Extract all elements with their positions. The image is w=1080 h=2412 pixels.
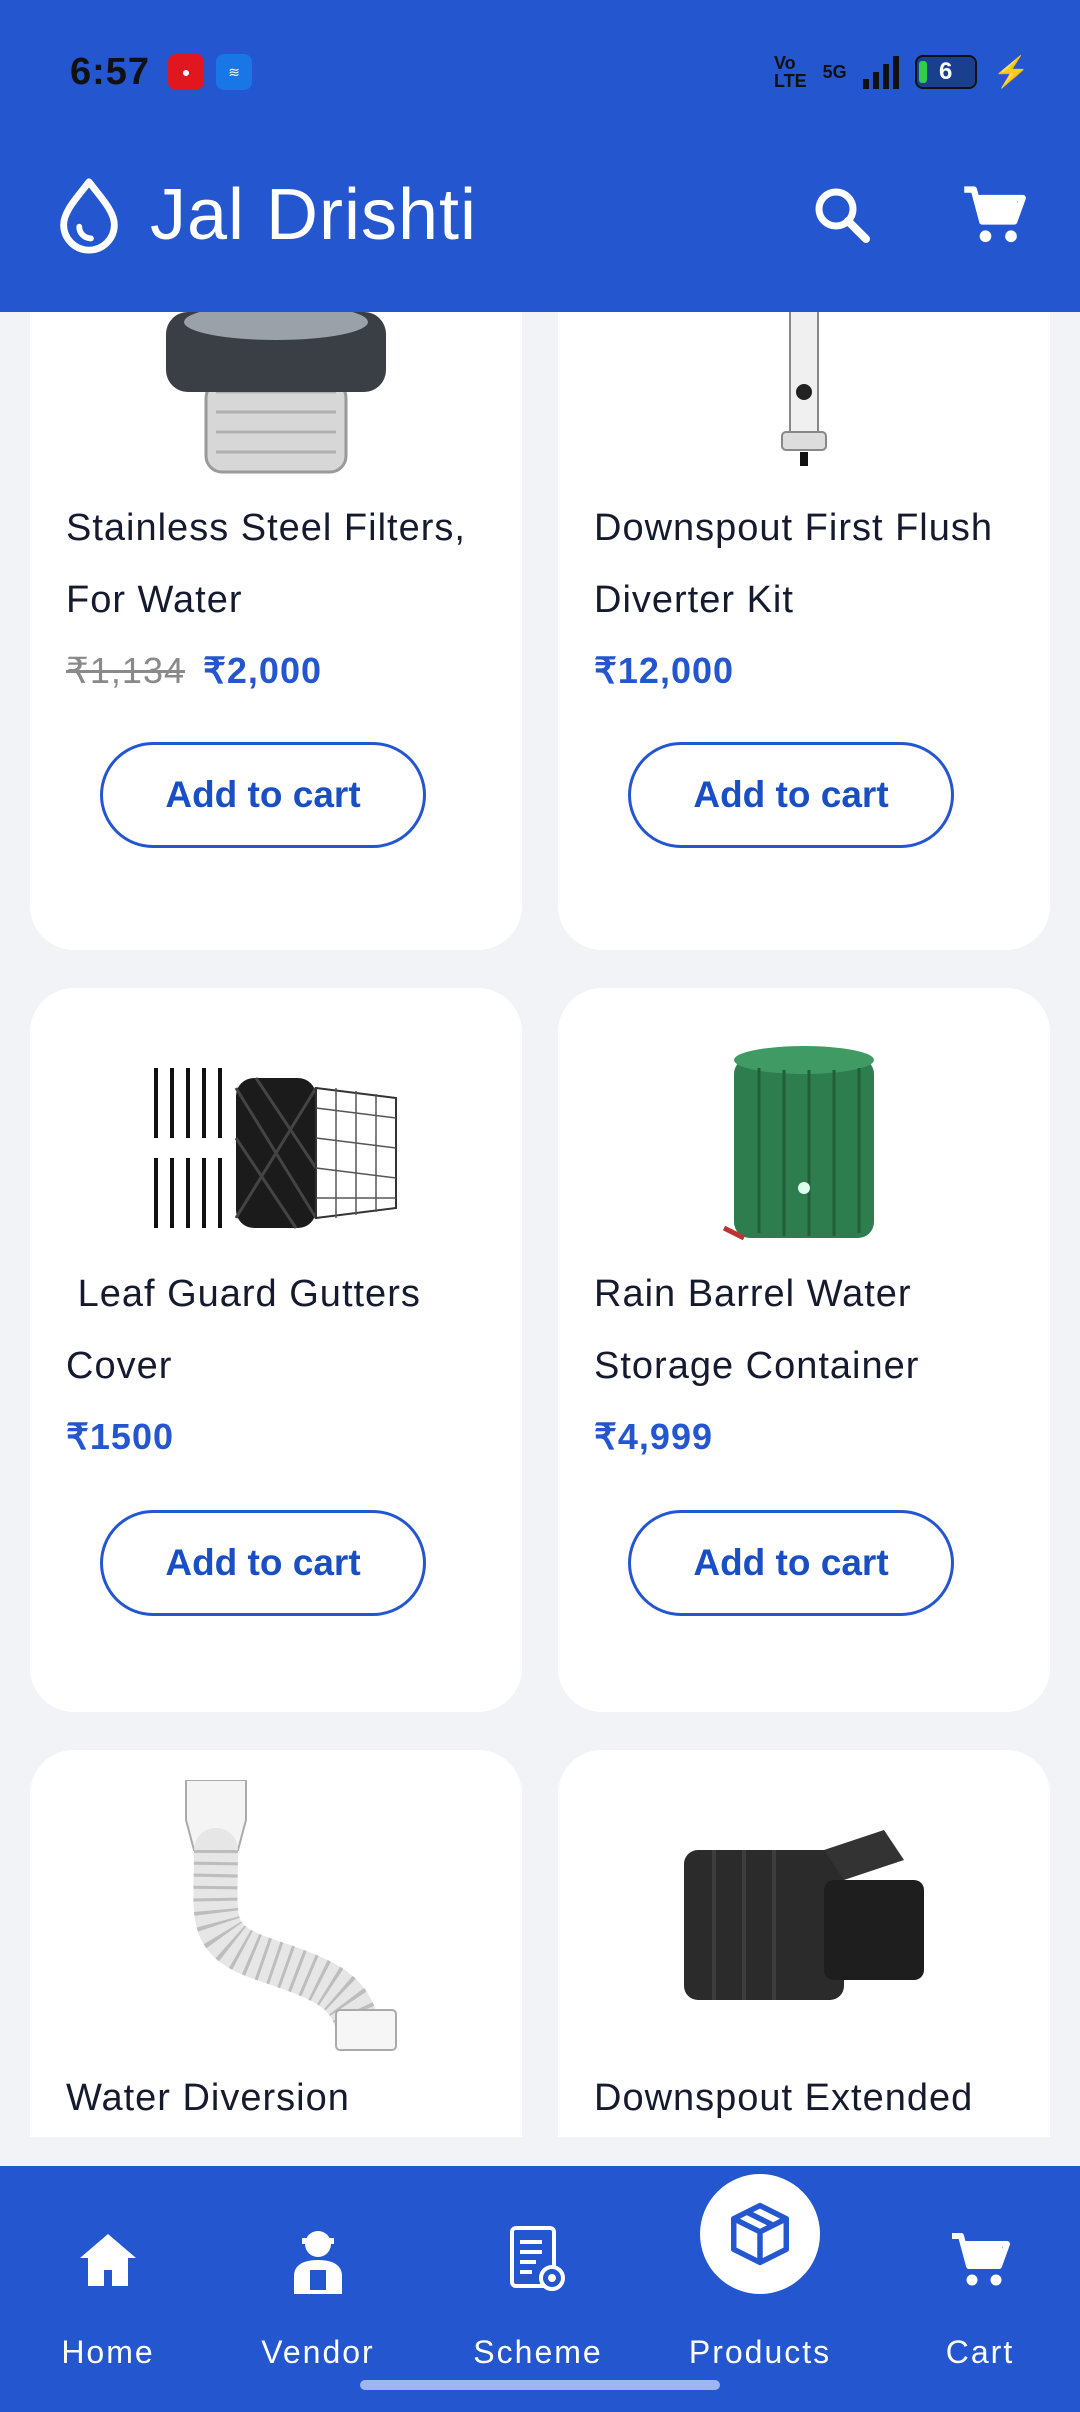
product-image (30, 1048, 522, 1248)
nav-home[interactable]: Home (0, 2166, 216, 2412)
add-to-cart-button[interactable]: Add to cart (100, 1510, 426, 1616)
cart-icon (920, 2200, 1040, 2320)
header-cart-button[interactable] (958, 179, 1030, 251)
add-to-cart-button[interactable]: Add to cart (628, 742, 954, 848)
product-name: Downspout First Flush Diverter Kit (594, 507, 994, 621)
network-type: 5G (822, 62, 847, 82)
status-bar: 6:57 ● ≋ Vo LTE 5G 6 ⚡ (70, 44, 1030, 100)
home-icon (48, 2200, 168, 2320)
battery-icon: 6 (914, 55, 977, 89)
app-bar: 6:57 ● ≋ Vo LTE 5G 6 ⚡ Jal Drishti (0, 0, 1080, 312)
sale-price: ₹2,000 (203, 650, 322, 691)
product-card[interactable]: Water Diversion (30, 1750, 522, 2137)
nav-label-cart: Cart (945, 2334, 1015, 2370)
basket-strainer-image (166, 312, 386, 474)
product-card[interactable]: Leaf Guard Gutters Cover ₹1500 Add to ca… (30, 988, 522, 1712)
product-card[interactable]: Downspout First Flush Diverter Kit ₹12,0… (558, 312, 1050, 950)
wifi-calling-notification-icon: ≋ (216, 54, 253, 90)
charging-icon: ⚡ (992, 55, 1030, 89)
sale-price: ₹12,000 (594, 650, 735, 691)
product-image (558, 312, 1050, 482)
leaf-guard-mesh-image (154, 1068, 397, 1229)
product-image (558, 1038, 1050, 1258)
nav-vendor[interactable]: Vendor (210, 2166, 426, 2412)
product-name: Rain Barrel Water Storage Container (594, 1273, 920, 1387)
product-name: Water Diversion (66, 2077, 350, 2119)
water-drop-icon (60, 178, 118, 254)
gesture-home-indicator[interactable] (360, 2380, 720, 2390)
product-card[interactable]: Rain Barrel Water Storage Container ₹4,9… (558, 988, 1050, 1712)
app-title: Jal Drishti (150, 175, 478, 255)
add-to-cart-button[interactable]: Add to cart (100, 742, 426, 848)
nav-label-vendor: Vendor (261, 2334, 375, 2370)
nav-label-scheme: Scheme (473, 2334, 603, 2370)
product-price-row: ₹1,134 ₹2,000 (66, 650, 322, 692)
product-grid: Stainless Steel Filters, For Water ₹1,13… (0, 312, 1080, 2137)
add-to-cart-button[interactable]: Add to cart (628, 1510, 954, 1616)
product-price-row: ₹4,999 (594, 1416, 713, 1458)
flexible-downspout-image (185, 1780, 397, 2051)
product-card[interactable]: Downspout Extended (558, 1750, 1050, 2137)
volte-indicator: Vo LTE (773, 53, 807, 91)
product-image (30, 312, 522, 482)
first-flush-diverter-image (781, 312, 827, 466)
box-icon (700, 2174, 820, 2294)
product-card[interactable]: Stainless Steel Filters, For Water ₹1,13… (30, 312, 522, 950)
product-price-row: ₹1500 (66, 1416, 174, 1458)
battery-level: 6 (938, 58, 953, 85)
sale-price: ₹4,999 (594, 1416, 713, 1457)
nav-products[interactable]: Products (652, 2166, 868, 2412)
search-button[interactable] (806, 179, 878, 251)
title-bar: Jal Drishti (50, 165, 1030, 265)
system-status-icons: Vo LTE 5G 6 ⚡ (774, 54, 1030, 90)
black-downspout-adapter-image (684, 1830, 924, 2000)
vendor-icon (258, 2200, 378, 2320)
original-price: ₹1,134 (66, 650, 185, 691)
status-time: 6:57 (70, 50, 151, 93)
sale-price: ₹1500 (66, 1416, 174, 1457)
nav-label-products: Products (688, 2334, 832, 2370)
scheme-document-icon (478, 2200, 598, 2320)
nav-scheme[interactable]: Scheme (430, 2166, 646, 2412)
product-name: Downspout Extended (594, 2077, 974, 2119)
product-image (30, 1780, 522, 2060)
notification-icons: ● ≋ (168, 54, 253, 90)
product-name: Leaf Guard Gutters Cover (66, 1273, 433, 1387)
airtel-notification-icon: ● (168, 54, 205, 90)
product-price-row: ₹12,000 (594, 650, 734, 692)
product-name: Stainless Steel Filters, For Water (66, 507, 466, 621)
nav-label-home: Home (61, 2334, 155, 2370)
cart-icon (964, 186, 1026, 243)
nav-cart[interactable]: Cart (872, 2166, 1080, 2412)
search-icon (815, 188, 870, 243)
product-image (558, 1810, 1050, 2030)
green-rain-barrel-image (722, 1046, 874, 1241)
bottom-navigation: Home Vendor Scheme Products Cart (0, 2166, 1080, 2412)
signal-strength-icon (862, 55, 899, 89)
